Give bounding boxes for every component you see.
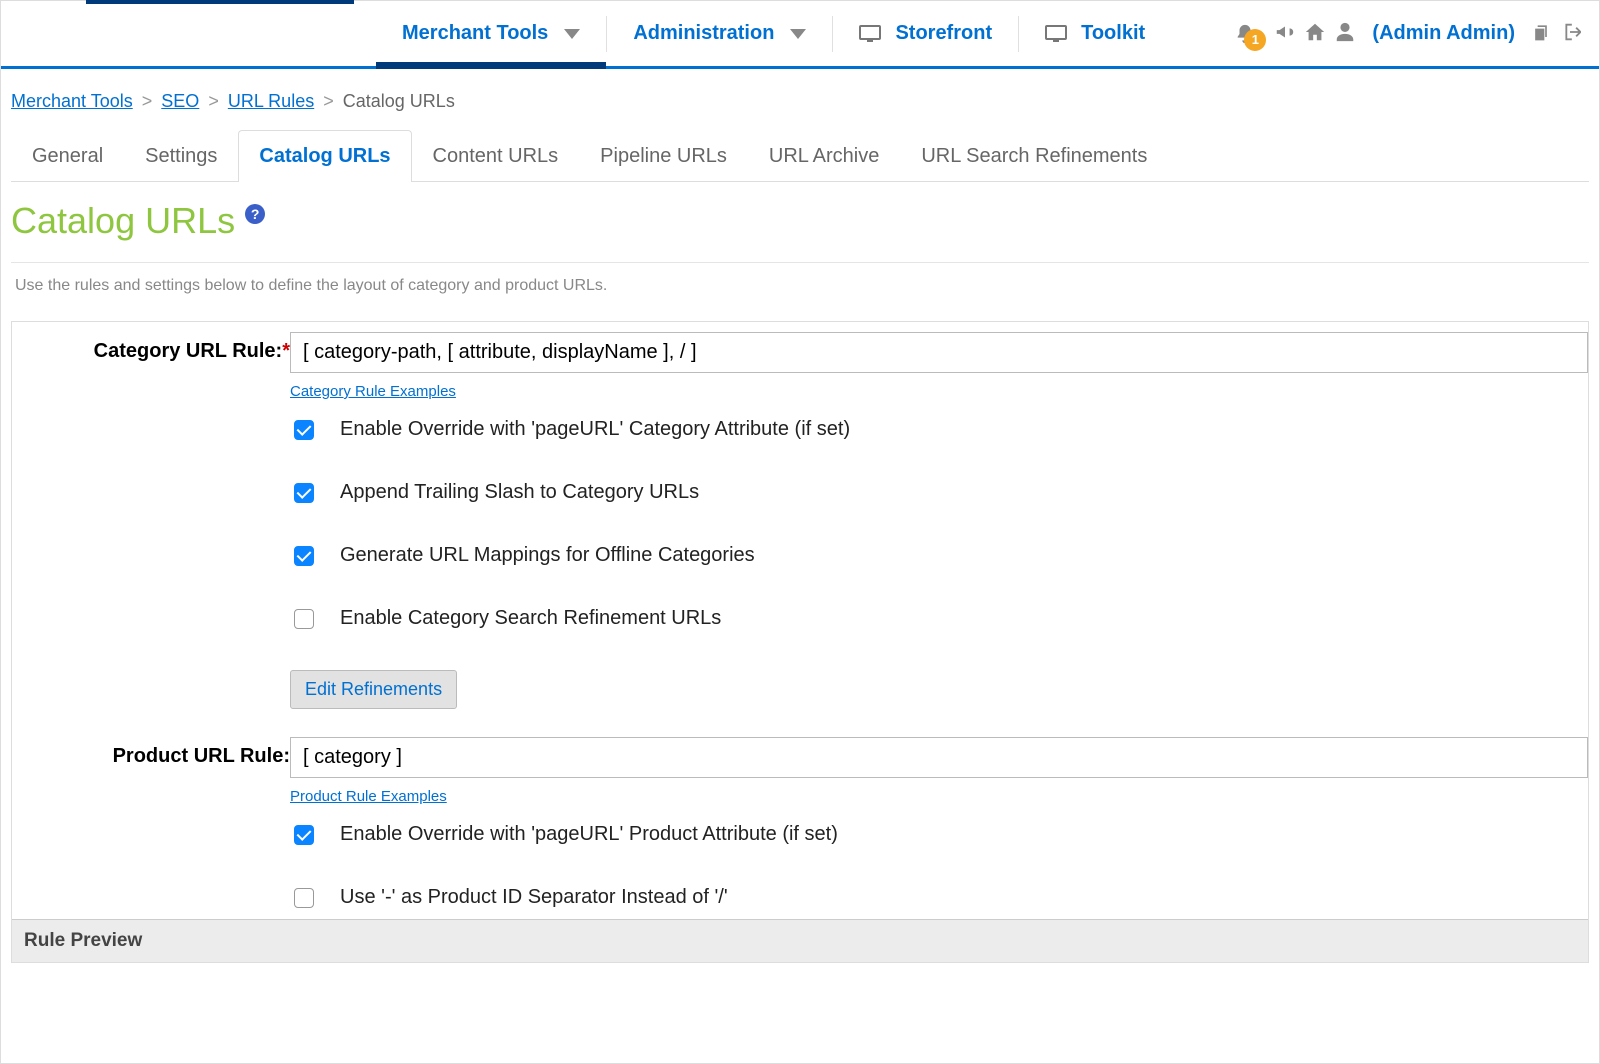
tab-url-search-refinements[interactable]: URL Search Refinements <box>900 130 1168 182</box>
monitor-icon <box>1045 25 1067 43</box>
chk-pageurl-category[interactable] <box>294 420 314 440</box>
chk-offline-mappings[interactable] <box>294 546 314 566</box>
breadcrumb: Merchant Tools > SEO > URL Rules > Catal… <box>1 69 1599 112</box>
category-rule-input[interactable] <box>290 332 1588 373</box>
notifications-button[interactable]: 1 <box>1234 23 1256 45</box>
category-rule-label: Category URL Rule:* <box>12 332 290 727</box>
product-rule-input[interactable] <box>290 737 1588 778</box>
chk-trailing-slash-label: Append Trailing Slash to Category URLs <box>340 481 699 504</box>
notification-badge: 1 <box>1244 29 1266 51</box>
rule-preview-header: Rule Preview <box>12 919 1588 962</box>
chk-offline-mappings-label: Generate URL Mappings for Offline Catego… <box>340 544 755 567</box>
nav-merchant-tools[interactable]: Merchant Tools <box>376 1 606 66</box>
chk-pageurl-product[interactable] <box>294 825 314 845</box>
tab-pipeline-urls[interactable]: Pipeline URLs <box>579 130 748 182</box>
product-rule-label: Product URL Rule: <box>12 737 290 919</box>
copy-icon[interactable] <box>1531 22 1551 46</box>
category-examples-link[interactable]: Category Rule Examples <box>290 383 456 400</box>
tab-catalog-urls[interactable]: Catalog URLs <box>238 130 411 182</box>
megaphone-icon[interactable] <box>1274 21 1296 47</box>
nav-merchant-tools-label: Merchant Tools <box>402 22 548 45</box>
tab-content-urls[interactable]: Content URLs <box>412 130 580 182</box>
nav-administration-label: Administration <box>633 22 774 45</box>
chevron-down-icon <box>564 29 580 39</box>
page-title: Catalog URLs <box>11 200 235 242</box>
crumb-current: Catalog URLs <box>343 91 455 111</box>
user-icon[interactable] <box>1334 21 1356 47</box>
page-description: Use the rules and settings below to defi… <box>1 273 1599 321</box>
chevron-down-icon <box>790 29 806 39</box>
chk-pageurl-category-label: Enable Override with 'pageURL' Category … <box>340 418 850 441</box>
user-label[interactable]: (Admin Admin) <box>1372 22 1515 45</box>
chk-pageurl-product-label: Enable Override with 'pageURL' Product A… <box>340 823 838 846</box>
nav-administration[interactable]: Administration <box>607 1 832 66</box>
crumb-merchant-tools[interactable]: Merchant Tools <box>11 91 133 111</box>
edit-refinements-button[interactable]: Edit Refinements <box>290 670 457 709</box>
chk-dash-separator[interactable] <box>294 888 314 908</box>
chk-trailing-slash[interactable] <box>294 483 314 503</box>
tab-bar: General Settings Catalog URLs Content UR… <box>11 130 1589 182</box>
chk-search-refinement[interactable] <box>294 609 314 629</box>
tab-general[interactable]: General <box>11 130 124 182</box>
product-examples-link[interactable]: Product Rule Examples <box>290 788 447 805</box>
crumb-seo[interactable]: SEO <box>161 91 199 111</box>
monitor-icon <box>859 25 881 43</box>
chk-search-refinement-label: Enable Category Search Refinement URLs <box>340 607 721 630</box>
tab-url-archive[interactable]: URL Archive <box>748 130 900 182</box>
divider <box>11 262 1589 263</box>
brand-accent-bar <box>86 0 354 4</box>
nav-toolkit[interactable]: Toolkit <box>1019 1 1171 66</box>
chk-dash-separator-label: Use '-' as Product ID Separator Instead … <box>340 886 728 909</box>
nav-storefront-label: Storefront <box>895 22 992 45</box>
form-panel: Category URL Rule:* Category Rule Exampl… <box>11 321 1589 963</box>
top-nav: Merchant Tools Administration Storefront <box>1 1 1599 69</box>
logout-icon[interactable] <box>1559 21 1581 47</box>
crumb-url-rules[interactable]: URL Rules <box>228 91 314 111</box>
help-icon[interactable]: ? <box>245 204 265 224</box>
nav-toolkit-label: Toolkit <box>1081 22 1145 45</box>
tab-settings[interactable]: Settings <box>124 130 238 182</box>
nav-storefront[interactable]: Storefront <box>833 1 1018 66</box>
home-icon[interactable] <box>1304 21 1326 47</box>
